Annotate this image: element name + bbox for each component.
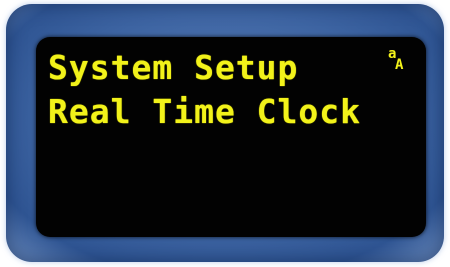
lcd-screen: System Setup Real Time Clock a A bbox=[36, 37, 426, 237]
case-mode-upper: A bbox=[395, 57, 404, 73]
menu-item: Real Time Clock bbox=[48, 92, 362, 131]
menu-title: System Setup bbox=[48, 48, 299, 87]
display-bezel: System Setup Real Time Clock a A bbox=[6, 4, 444, 262]
